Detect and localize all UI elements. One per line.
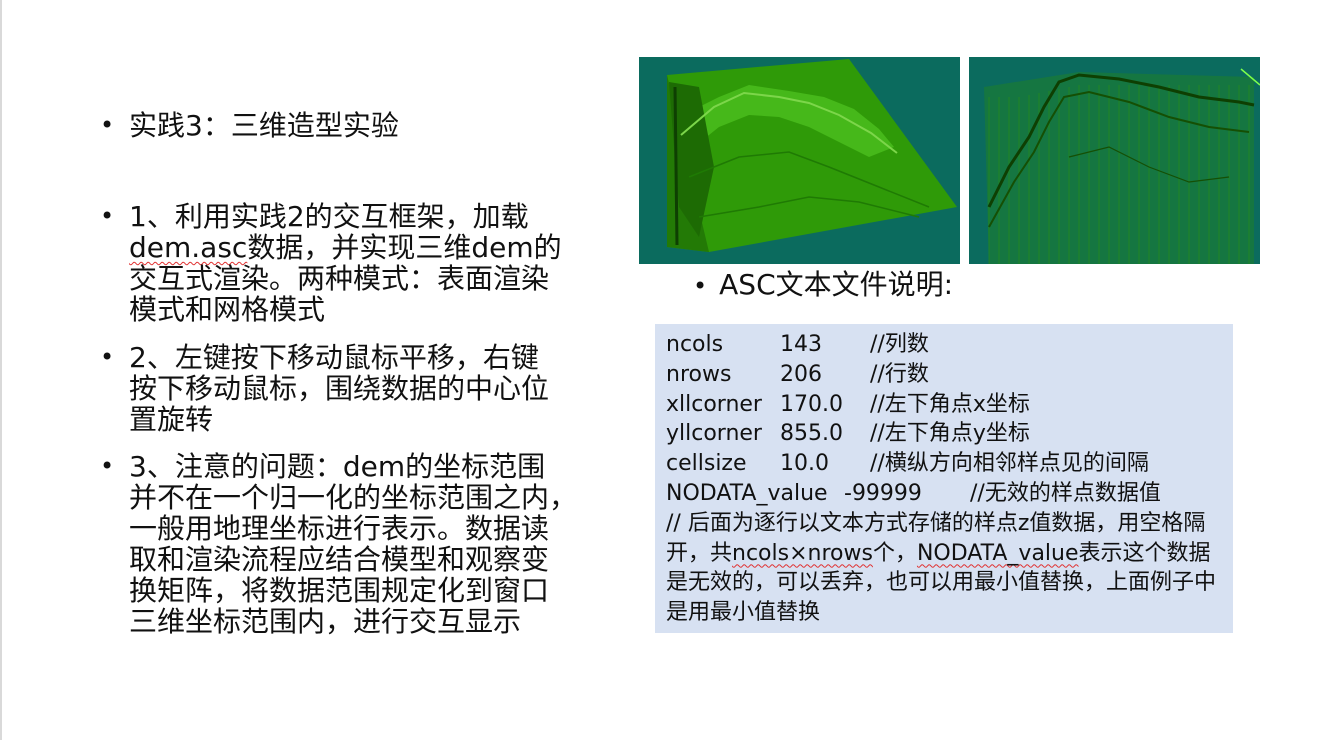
bullet-marker: • — [100, 111, 115, 139]
spellcheck-underline: dem.asc — [129, 231, 248, 264]
terrain-mesh-graphic — [969, 57, 1260, 264]
bullet-text: 3、注意的问题：dem的坐标范围 并不在一个归一化的坐标范围之内， 一般用地理坐… — [129, 450, 578, 638]
nodata-row: NODATA_value -99999//无效的样点数据值 — [666, 480, 1161, 506]
asc-heading-text: ASC文本文件说明: — [719, 268, 954, 301]
spellcheck-underline: ncols×nrows — [732, 540, 873, 566]
bullet-text: 实践3：三维造型实验 — [129, 109, 399, 142]
bullet-marker: • — [100, 202, 115, 230]
bullet-marker: • — [100, 343, 115, 371]
asc-heading: • ASC文本文件说明: — [693, 268, 953, 303]
mesh-render-image — [969, 57, 1260, 264]
asc-field-row: ncols 143//列数 — [666, 332, 929, 357]
asc-description-box: ncols 143//列数 nrows 206//行数 xllcorner 170.0… — [655, 324, 1233, 633]
surface-render-image — [639, 57, 960, 264]
bullet-text: 2、左键按下移动鼠标平移，右键 按下移动鼠标，围绕数据的中心位 置旋转 — [129, 341, 550, 436]
spellcheck-underline: NODATA_value — [916, 540, 1079, 566]
bullet-item-1: • 1、利用实践2的交互框架，加载 dem.asc数据，并实现三维dem的 交互… — [100, 201, 640, 325]
asc-field-row: yllcorner 855.0//左下角点y坐标 — [666, 421, 1030, 447]
bullet-marker: • — [100, 452, 115, 480]
asc-field-row: cellsize 10.0//横纵方向相邻样点见的间隔 — [666, 451, 1149, 477]
asc-note-text: // 后面为逐行以文本方式存储的样点z值数据，用空格隔开，共ncols×nrow… — [666, 510, 1217, 626]
bullet-title: • 实践3：三维造型实验 — [100, 110, 640, 141]
slide-left-edge — [0, 0, 2, 740]
asc-field-row: xllcorner 170.0//左下角点x坐标 — [666, 391, 1030, 417]
bullet-text: 1、利用实践2的交互框架，加载 dem.asc数据，并实现三维dem的 交互式渲… — [129, 200, 562, 326]
asc-field-row: nrows 206//行数 — [666, 361, 929, 387]
bullet-marker: • — [693, 272, 708, 300]
slide: • 实践3：三维造型实验 • 1、利用实践2的交互框架，加载 dem.asc数据… — [0, 0, 1322, 740]
terrain-surface-graphic — [639, 57, 960, 264]
bullet-item-2: • 2、左键按下移动鼠标平移，右键 按下移动鼠标，围绕数据的中心位 置旋转 — [100, 342, 640, 435]
bullet-item-3: • 3、注意的问题：dem的坐标范围 并不在一个归一化的坐标范围之内， 一般用地… — [100, 451, 640, 637]
